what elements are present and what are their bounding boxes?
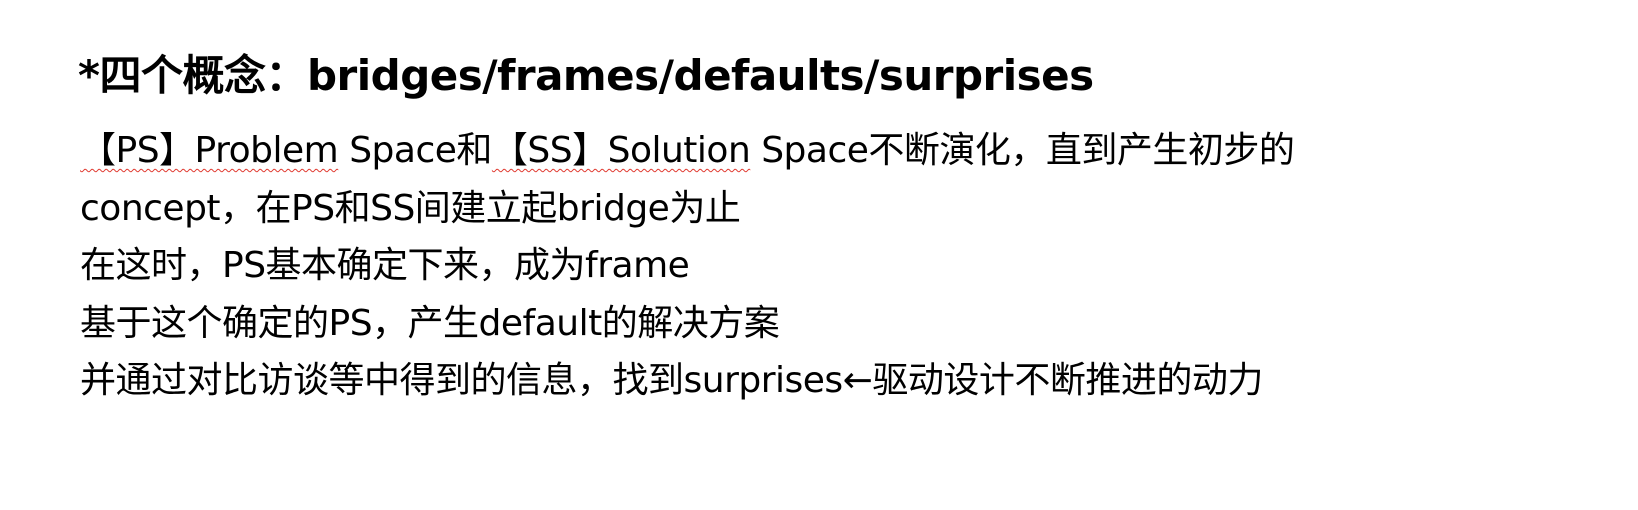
- body-line-2: concept，在PS和SS间建立起bridge为止: [80, 187, 741, 229]
- body-line-4: 基于这个确定的PS，产生default的解决方案: [80, 302, 780, 344]
- body-text-segment: Space不断演化，直到产生初步的: [750, 130, 1295, 171]
- body-line-5: 并通过对比访谈等中得到的信息，找到surprises←驱动设计不断推进的动力: [80, 360, 1263, 401]
- document-heading: *四个概念：bridges/frames/defaults/surprises: [78, 51, 1094, 100]
- document-page: *四个概念：bridges/frames/defaults/surprises …: [0, 0, 1638, 510]
- document-body: 【PS】Problem Space和【SS】Solution Space不断演化…: [80, 122, 1560, 410]
- body-line-1: 【PS】Problem Space和【SS】Solution Space不断演化…: [80, 122, 1560, 180]
- body-line-3: 在这时，PS基本确定下来，成为frame: [80, 245, 690, 286]
- spellcheck-underlined-text: 【SS】Solution: [491, 130, 751, 171]
- spellcheck-underlined-text: 【PS】Problem: [80, 130, 339, 171]
- body-text-segment: Space和: [338, 130, 492, 171]
